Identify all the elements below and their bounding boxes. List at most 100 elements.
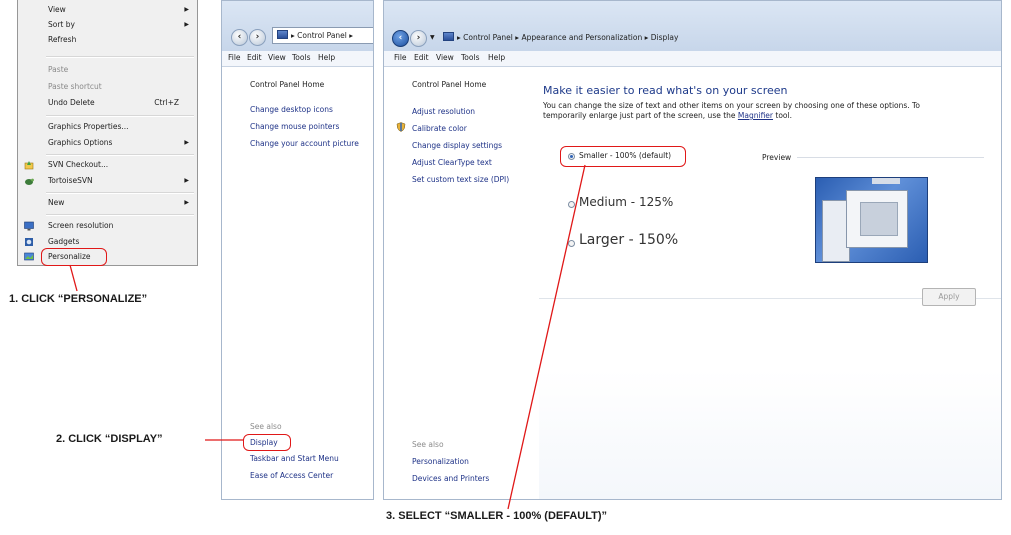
menu-file[interactable]: File bbox=[228, 53, 241, 62]
menu-item-graphics-options[interactable]: Graphics Options ▶ bbox=[18, 136, 197, 150]
menu-item-paste: Paste bbox=[48, 65, 69, 74]
task-pane: Control Panel Home Adjust resolution Cal… bbox=[384, 67, 539, 499]
menu-separator bbox=[46, 115, 194, 117]
annotation-step1: 1. CLICK “PERSONALIZE” bbox=[9, 293, 148, 305]
page-title: Make it easier to read what's on your sc… bbox=[543, 84, 788, 97]
change-display-settings-link[interactable]: Change display settings bbox=[412, 141, 502, 150]
menu-item-graphics-properties[interactable]: Graphics Properties... bbox=[18, 120, 197, 134]
devices-printers-link[interactable]: Devices and Printers bbox=[412, 474, 489, 483]
change-desktop-icons-link[interactable]: Change desktop icons bbox=[250, 105, 333, 114]
chevron-right-icon: ▶ bbox=[184, 139, 189, 146]
forward-button[interactable]: › bbox=[249, 29, 266, 46]
chevron-right-icon: ▶ bbox=[184, 6, 189, 13]
magnifier-link[interactable]: Magnifier bbox=[738, 111, 773, 120]
arrow-right-icon: › bbox=[416, 33, 421, 43]
menu-item-new[interactable]: New ▶ bbox=[18, 196, 197, 210]
taskbar-start-menu-link[interactable]: Taskbar and Start Menu bbox=[250, 454, 339, 463]
breadcrumb-display[interactable]: Display bbox=[651, 33, 679, 42]
adjust-cleartype-link[interactable]: Adjust ClearType text bbox=[412, 158, 492, 167]
menu-separator bbox=[46, 154, 194, 156]
menu-bar: File Edit View Tools Help bbox=[222, 51, 373, 67]
description-line-1: You can change the size of text and othe… bbox=[543, 101, 920, 110]
chevron-right-icon: ▶ bbox=[184, 21, 189, 28]
menu-separator bbox=[46, 56, 194, 58]
forward-button[interactable]: › bbox=[410, 30, 427, 47]
change-mouse-pointers-link[interactable]: Change mouse pointers bbox=[250, 122, 339, 131]
preview-window-inner bbox=[860, 202, 898, 236]
menu-separator bbox=[46, 192, 194, 194]
display-content: Make it easier to read what's on your sc… bbox=[539, 67, 1001, 499]
menu-help[interactable]: Help bbox=[318, 53, 335, 62]
menu-item-refresh[interactable]: Refresh bbox=[18, 33, 197, 47]
menu-tools[interactable]: Tools bbox=[461, 53, 479, 62]
control-panel-icon bbox=[277, 30, 288, 39]
gadgets-icon bbox=[25, 238, 33, 246]
menu-help[interactable]: Help bbox=[488, 53, 505, 62]
personalization-link[interactable]: Personalization bbox=[412, 457, 469, 466]
menu-item-gadgets[interactable]: Gadgets bbox=[18, 235, 197, 249]
arrow-left-icon: ‹ bbox=[398, 33, 403, 43]
address-bar[interactable]: ▸ Control Panel ▸ Appearance and Persona… bbox=[439, 30, 1001, 47]
annotation-step3: 3. SELECT “SMALLER - 100% (DEFAULT)” bbox=[386, 510, 608, 522]
preview-image bbox=[815, 177, 928, 263]
menu-item-tortoisesvn[interactable]: TortoiseSVN ▶ bbox=[18, 174, 197, 188]
menu-item-svn-checkout[interactable]: SVN Checkout... bbox=[18, 158, 197, 172]
personalize-icon bbox=[24, 252, 34, 261]
arrow-right-icon: › bbox=[255, 32, 260, 42]
arrow-left-icon: ‹ bbox=[237, 32, 242, 42]
chevron-right-icon: ▶ bbox=[184, 177, 189, 184]
apply-button[interactable]: Apply bbox=[922, 288, 976, 306]
preview-label: Preview bbox=[762, 153, 798, 162]
preview-titlebar bbox=[872, 178, 900, 184]
window-chrome: ‹ › ▼ ▸ Control Panel ▸ Appearance and P… bbox=[384, 1, 1001, 51]
control-panel-home-link[interactable]: Control Panel Home bbox=[412, 80, 486, 89]
custom-text-size-link[interactable]: Set custom text size (DPI) bbox=[412, 175, 509, 184]
see-also-label: See also bbox=[412, 440, 444, 449]
control-panel-home-link[interactable]: Control Panel Home bbox=[250, 80, 324, 89]
menu-tools[interactable]: Tools bbox=[292, 53, 310, 62]
calibrate-color-link[interactable]: Calibrate color bbox=[412, 124, 467, 133]
menu-bar: File Edit View Tools Help bbox=[384, 51, 1001, 67]
change-account-picture-link[interactable]: Change your account picture bbox=[250, 139, 359, 148]
highlight-display bbox=[243, 434, 291, 451]
menu-file[interactable]: File bbox=[394, 53, 407, 62]
svn-checkout-icon bbox=[24, 161, 34, 170]
option-medium-label[interactable]: Medium - 125% bbox=[579, 195, 673, 209]
personalization-window: ‹ › ▸ Control Panel ▸ File Edit View Too… bbox=[221, 0, 374, 500]
control-panel-icon bbox=[443, 32, 454, 41]
breadcrumb-control-panel[interactable]: Control Panel bbox=[463, 33, 513, 42]
menu-item-sort-by[interactable]: Sort by ▶ bbox=[18, 18, 197, 32]
highlight-personalize bbox=[41, 248, 107, 266]
shield-icon bbox=[396, 122, 406, 132]
menu-edit[interactable]: Edit bbox=[414, 53, 429, 62]
chevron-right-icon: ▶ bbox=[184, 199, 189, 206]
display-window: ‹ › ▼ ▸ Control Panel ▸ Appearance and P… bbox=[383, 0, 1002, 500]
tortoisesvn-icon bbox=[25, 178, 34, 185]
recent-pages-dropdown-icon[interactable]: ▼ bbox=[430, 34, 435, 41]
desktop-context-menu: View ▶ Sort by ▶ Refresh Paste Paste short… bbox=[17, 0, 198, 266]
description-line-2: temporarily enlarge just part of the scr… bbox=[543, 111, 792, 120]
back-button[interactable]: ‹ bbox=[392, 30, 409, 47]
menu-item-paste-shortcut: Paste shortcut bbox=[48, 82, 102, 91]
address-bar[interactable]: ▸ Control Panel ▸ bbox=[272, 27, 373, 44]
annotation-line-step1 bbox=[69, 264, 78, 292]
menu-item-view[interactable]: View ▶ bbox=[18, 3, 197, 17]
radio-larger[interactable] bbox=[568, 240, 575, 247]
menu-view[interactable]: View bbox=[436, 53, 454, 62]
radio-medium[interactable] bbox=[568, 201, 575, 208]
menu-item-screen-resolution[interactable]: Screen resolution bbox=[18, 219, 197, 233]
window-chrome: ‹ › ▸ Control Panel ▸ bbox=[222, 1, 373, 51]
adjust-resolution-link[interactable]: Adjust resolution bbox=[412, 107, 475, 116]
menu-view[interactable]: View bbox=[268, 53, 286, 62]
menu-item-undo-delete[interactable]: Undo Delete Ctrl+Z bbox=[18, 96, 197, 110]
breadcrumb-appearance[interactable]: Appearance and Personalization bbox=[521, 33, 642, 42]
screen-resolution-icon bbox=[24, 221, 34, 231]
highlight-smaller-option bbox=[560, 146, 686, 167]
ease-of-access-link[interactable]: Ease of Access Center bbox=[250, 471, 333, 480]
see-also-label: See also bbox=[250, 422, 282, 431]
option-larger-label[interactable]: Larger - 150% bbox=[579, 232, 678, 248]
annotation-step2: 2. CLICK “DISPLAY” bbox=[56, 433, 163, 445]
menu-edit[interactable]: Edit bbox=[247, 53, 262, 62]
back-button[interactable]: ‹ bbox=[231, 29, 248, 46]
menu-separator bbox=[46, 214, 194, 216]
